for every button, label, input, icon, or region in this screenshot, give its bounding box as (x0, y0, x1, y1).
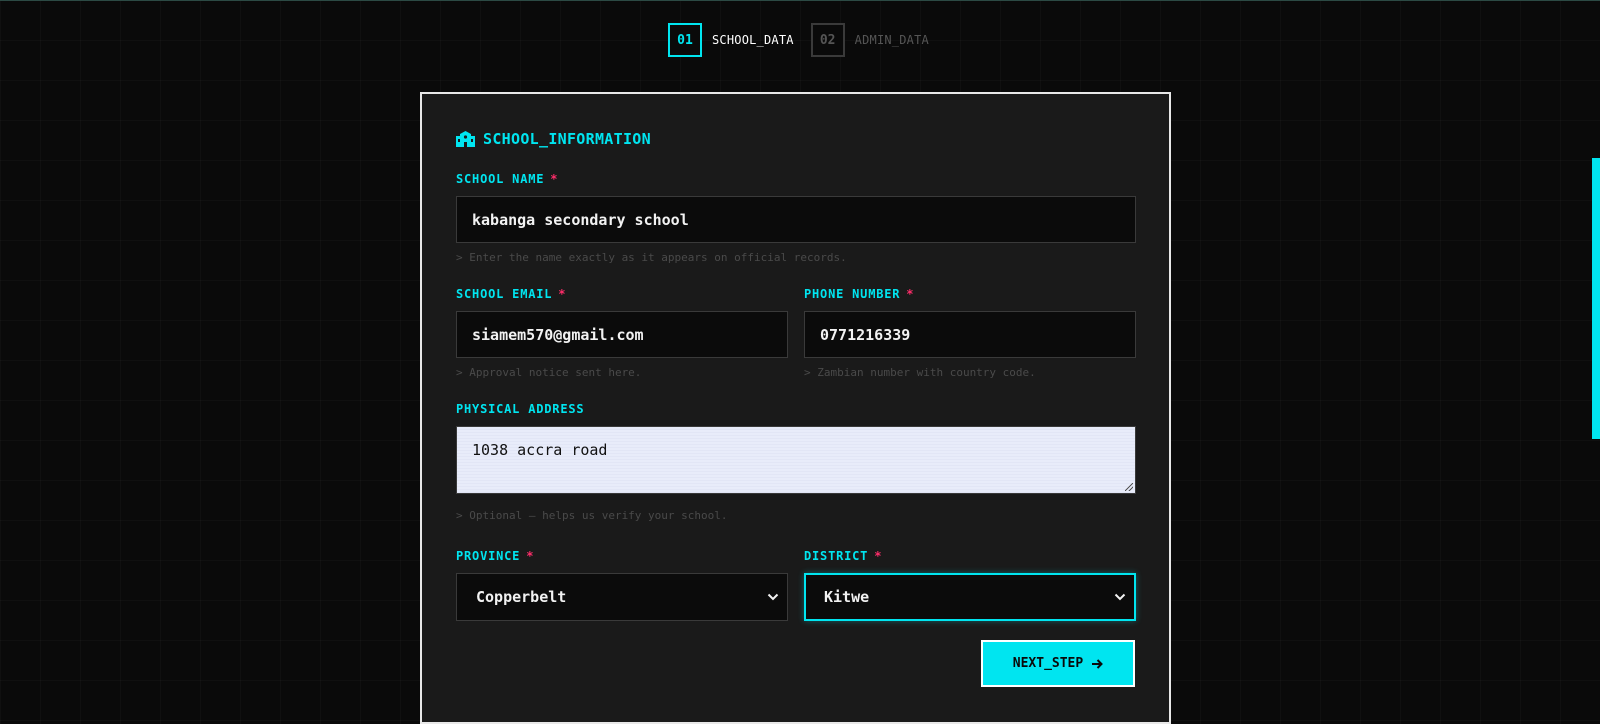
input-value: 0771216339 (820, 325, 911, 344)
chevron-down-icon (767, 593, 779, 601)
phone-number-field: PHONE NUMBER * 0771216339 > Zambian numbe… (804, 287, 1136, 379)
school-name-label: SCHOOL NAME * (456, 172, 1136, 186)
required-marker: * (550, 172, 559, 186)
school-email-label: SCHOOL EMAIL * (456, 287, 788, 301)
school-email-hint: > Approval notice sent here. (456, 366, 642, 379)
label-text: SCHOOL EMAIL (456, 287, 553, 301)
required-marker: * (558, 287, 567, 301)
physical-address-label: PHYSICAL ADDRESS (456, 402, 585, 416)
scrollbar-thumb[interactable] (1592, 158, 1600, 439)
resize-handle[interactable] (1125, 483, 1133, 491)
section-title: SCHOOL_INFORMATION (456, 130, 651, 148)
phone-number-input[interactable]: 0771216339 (804, 311, 1136, 358)
step-number: 01 (668, 23, 702, 57)
chevron-down-icon (1114, 593, 1126, 601)
physical-address-field: PHYSICAL ADDRESS 1038 accra road > Optio… (456, 402, 1136, 522)
school-email-input[interactable]: siamem570@gmail.com (456, 311, 788, 358)
select-value: Copperbelt (476, 588, 567, 606)
physical-address-textarea[interactable]: 1038 accra road (456, 426, 1136, 494)
stepper: 01 SCHOOL_DATA 02 ADMIN_DATA (668, 21, 929, 59)
label-text: PHONE NUMBER (804, 287, 901, 301)
province-label: PROVINCE * (456, 549, 788, 563)
section-title-text: SCHOOL_INFORMATION (483, 130, 651, 148)
phone-number-hint: > Zambian number with country code. (804, 366, 1036, 379)
label-text: DISTRICT (804, 549, 869, 563)
select-value: Kitwe (824, 588, 870, 606)
step-number: 02 (810, 23, 845, 57)
phone-number-label: PHONE NUMBER * (804, 287, 1136, 301)
school-form-card: SCHOOL_INFORMATION SCHOOL NAME * kabanga … (420, 92, 1171, 724)
textarea-value: 1038 accra road (472, 441, 608, 459)
school-icon (456, 131, 475, 147)
label-text: PROVINCE (456, 549, 521, 563)
province-select[interactable]: Copperbelt (456, 573, 788, 621)
step-label: SCHOOL_DATA (712, 33, 794, 47)
step-label: ADMIN_DATA (854, 33, 929, 47)
district-select[interactable]: Kitwe (804, 573, 1136, 621)
required-marker: * (526, 549, 535, 563)
input-value: siamem570@gmail.com (472, 325, 644, 344)
province-field: PROVINCE * Copperbelt (456, 549, 788, 621)
arrow-right-icon (1092, 658, 1104, 669)
input-value: kabanga secondary school (472, 210, 689, 229)
district-field: DISTRICT * Kitwe (804, 549, 1136, 621)
step-school-data[interactable]: 01 SCHOOL_DATA (668, 23, 794, 57)
physical-address-hint: > Optional — helps us verify your school… (456, 509, 728, 522)
next-step-button[interactable]: NEXT_STEP (981, 640, 1135, 687)
school-name-hint: > Enter the name exactly as it appears o… (456, 251, 847, 264)
label-text: SCHOOL NAME (456, 172, 545, 186)
top-divider (0, 0, 1600, 1)
school-name-input[interactable]: kabanga secondary school (456, 196, 1136, 243)
required-marker: * (874, 549, 883, 563)
school-name-field: SCHOOL NAME * kabanga secondary school > … (456, 172, 1136, 264)
next-step-label: NEXT_STEP (1012, 656, 1084, 671)
school-email-field: SCHOOL EMAIL * siamem570@gmail.com > Appr… (456, 287, 788, 379)
required-marker: * (906, 287, 915, 301)
district-label: DISTRICT * (804, 549, 1136, 563)
step-admin-data[interactable]: 02 ADMIN_DATA (810, 23, 929, 57)
